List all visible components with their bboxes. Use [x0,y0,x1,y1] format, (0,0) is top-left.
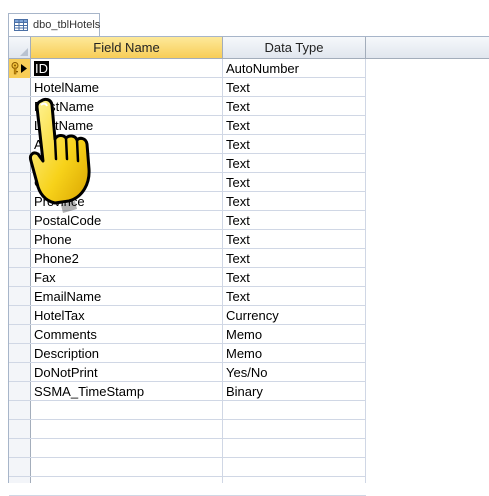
field-name-text: Comments [34,327,97,342]
row-selector[interactable] [9,458,30,477]
tab-dbo-tblhotels[interactable]: dbo_tblHotels [8,13,100,37]
select-all-corner[interactable] [9,37,31,58]
field-row[interactable]: Phone2 Text [9,249,366,268]
field-row[interactable]: HotelName Text [9,78,366,97]
row-selector[interactable] [9,230,30,249]
row-selector[interactable] [9,287,30,306]
data-type-cell[interactable]: Text [226,78,364,97]
field-row[interactable]: Fax Text [9,268,366,287]
field-row[interactable]: Phone Text [9,230,366,249]
field-name-cell[interactable]: SSMA_TimeStamp [34,382,220,401]
data-type-cell[interactable]: Text [226,211,364,230]
tab-title: dbo_tblHotels [33,19,101,31]
data-type-cell[interactable]: Memo [226,325,364,344]
row-selector[interactable] [9,363,30,382]
field-name-text: Phone2 [34,251,79,266]
data-type-cell[interactable]: Text [226,97,364,116]
data-type-cell[interactable]: Text [226,135,364,154]
field-name-text: HotelName [34,80,100,95]
row-selector[interactable] [9,382,30,401]
data-type-cell[interactable]: Memo [226,344,364,363]
field-name-cell[interactable]: EmailName [34,287,220,306]
column-header-field-name[interactable]: Field Name [31,37,223,58]
primary-key-icon [11,62,19,75]
current-row-arrow-icon [21,64,27,73]
row-selector[interactable] [9,306,30,325]
field-name-cell[interactable]: Comments [34,325,220,344]
row-selector[interactable] [9,325,30,344]
empty-row[interactable] [9,477,366,496]
field-name-cell[interactable]: Phone2 [34,249,220,268]
field-row[interactable]: ID AutoNumber [9,59,366,78]
data-type-cell[interactable]: Text [226,268,364,287]
table-icon [14,19,28,31]
data-type-cell[interactable]: Yes/No [226,363,364,382]
empty-row[interactable] [9,458,366,477]
corner-triangle-icon [20,48,28,56]
field-name-text: Phone [34,232,72,247]
field-name-text: EmailName [34,289,102,304]
field-name-cell[interactable]: HotelName [34,78,220,97]
column-header-data-type[interactable]: Data Type [223,37,366,58]
field-name-text: HotelTax [34,308,85,323]
data-type-cell[interactable]: Binary [226,382,364,401]
data-type-cell[interactable]: Text [226,173,364,192]
data-type-cell[interactable]: Text [226,249,364,268]
data-type-cell[interactable]: Text [226,154,364,173]
grid-header: Field Name Data Type [9,37,489,59]
empty-row[interactable] [9,420,366,439]
field-row[interactable]: EmailName Text [9,287,366,306]
data-type-cell[interactable]: Text [226,230,364,249]
empty-row[interactable] [9,401,366,420]
field-name-text: SSMA_TimeStamp [34,384,145,399]
field-name-text: Fax [34,270,56,285]
field-name-cell[interactable]: HotelTax [34,306,220,325]
data-type-cell[interactable]: Text [226,287,364,306]
row-selector[interactable] [9,401,30,420]
field-row[interactable]: SSMA_TimeStamp Binary [9,382,366,401]
field-name-cell[interactable]: Description [34,344,220,363]
row-selector[interactable] [9,420,30,439]
field-name-text: DoNotPrint [34,365,98,380]
table-design-grid: Field Name Data Type ID AutoNumber HotelNa… [8,36,489,496]
field-row[interactable]: Description Memo [9,344,366,363]
field-name-cell[interactable]: DoNotPrint [34,363,220,382]
row-selector[interactable] [9,268,30,287]
field-name-cell[interactable]: Phone [34,230,220,249]
pointing-hand-icon [29,97,91,213]
data-type-cell[interactable]: Text [226,116,364,135]
row-selector[interactable] [9,477,30,496]
field-name-text: Description [34,346,100,361]
field-name-cell[interactable]: Fax [34,268,220,287]
field-row[interactable]: DoNotPrint Yes/No [9,363,366,382]
row-selector[interactable] [9,439,30,458]
data-type-cell[interactable]: Text [226,192,364,211]
data-type-cell[interactable]: Currency [226,306,364,325]
field-name-text: ID [34,61,49,76]
empty-row[interactable] [9,439,366,458]
row-selector[interactable] [9,249,30,268]
row-selector[interactable] [9,59,30,78]
data-type-cell[interactable]: AutoNumber [226,59,364,78]
field-row[interactable]: Comments Memo [9,325,366,344]
field-row[interactable]: HotelTax Currency [9,306,366,325]
row-selector[interactable] [9,78,30,97]
row-selector[interactable] [9,344,30,363]
field-name-cell[interactable]: ID [34,59,220,78]
